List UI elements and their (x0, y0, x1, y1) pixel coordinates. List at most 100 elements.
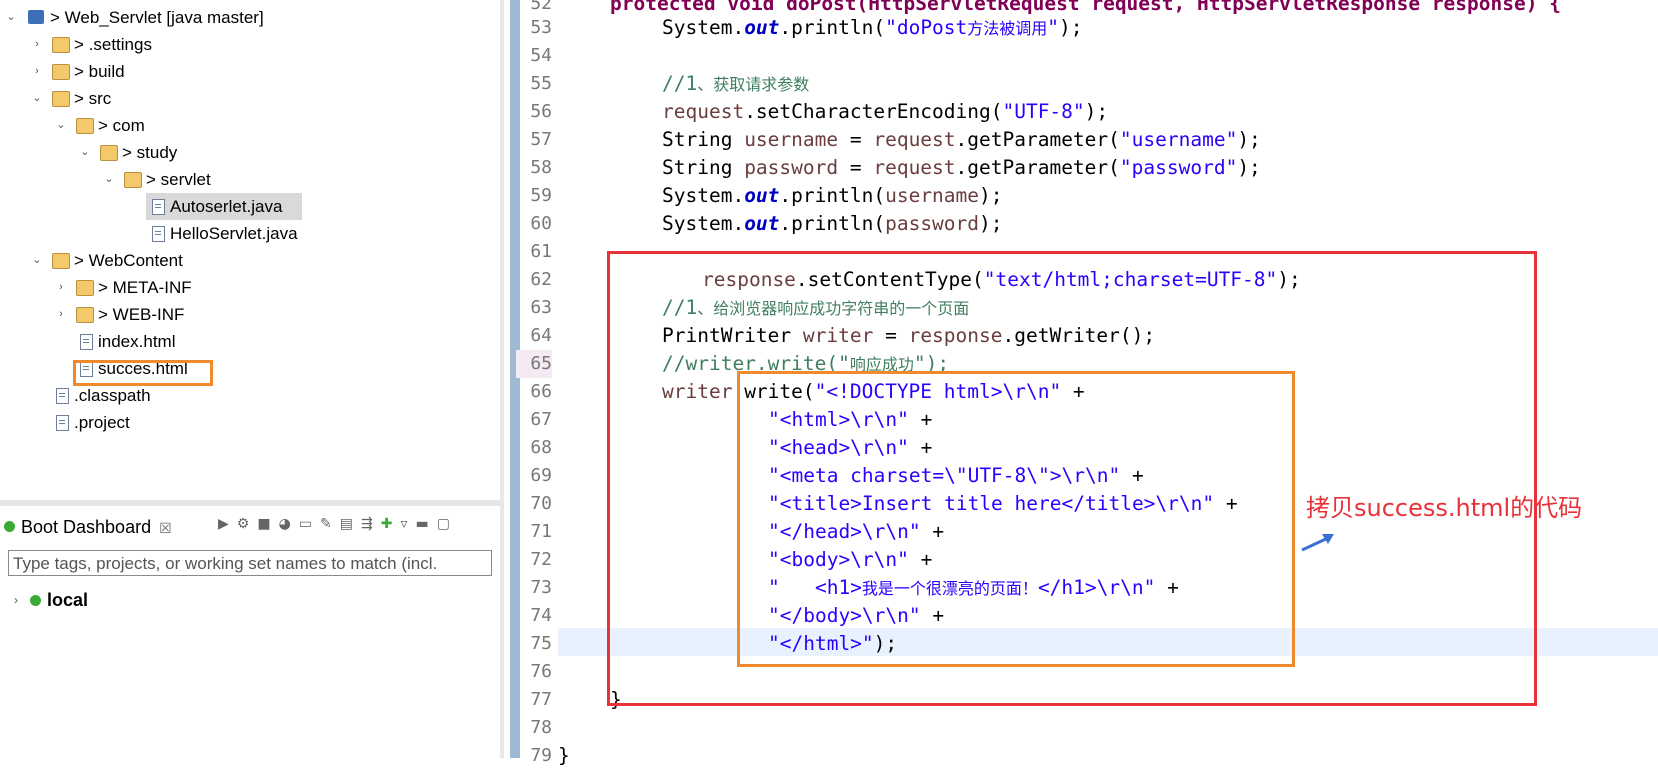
code-line-60: System.out.println(password); (662, 212, 1003, 235)
line-number: 71 (530, 521, 552, 542)
line-number: 63 (530, 297, 552, 318)
tree-item-label: > META-INF (98, 278, 192, 297)
folder-icon (76, 280, 94, 296)
html-file-icon (80, 334, 93, 350)
chevron-right-icon[interactable]: › (54, 301, 68, 328)
orange-highlight-box (737, 371, 1295, 667)
tree-item-local[interactable]: › local (14, 586, 88, 614)
line-number: 62 (530, 269, 552, 290)
chevron-down-icon[interactable]: ⌄ (30, 247, 44, 274)
chevron-right-icon[interactable]: › (54, 274, 68, 301)
project-icon (28, 10, 44, 24)
boot-dashboard-icon (4, 521, 15, 532)
tree-item-label: > WEB-INF (98, 305, 185, 324)
panel-divider[interactable] (500, 0, 504, 758)
line-number: 60 (530, 213, 552, 234)
java-file-icon (152, 199, 165, 215)
chevron-down-icon[interactable]: ⌄ (102, 166, 116, 193)
folder-icon (52, 37, 70, 53)
project-explorer: ⌄ > Web_Servlet [java master] › > .setti… (0, 0, 500, 500)
folder-icon (76, 118, 94, 134)
expose-icon[interactable]: ⇶ (361, 516, 381, 532)
folder-icon (52, 64, 70, 80)
line-number: 78 (530, 717, 552, 738)
line-number: 58 (530, 157, 552, 178)
arrow-icon (1301, 534, 1334, 552)
filter-input[interactable]: Type tags, projects, or working set name… (8, 550, 492, 576)
folder-icon (76, 307, 94, 323)
tree-item-autoserlet[interactable]: Autoserlet.java (146, 193, 302, 220)
close-icon[interactable]: ☒ (159, 520, 172, 536)
line-number: 64 (530, 325, 552, 346)
chevron-right-icon[interactable]: › (14, 586, 18, 614)
chevron-right-icon[interactable]: › (30, 31, 44, 58)
tree-item-label: > .settings (74, 35, 152, 54)
properties-icon[interactable]: ▤ (340, 516, 361, 532)
open-browser-icon[interactable]: ◕ (279, 516, 299, 532)
chevron-right-icon[interactable]: › (30, 58, 44, 85)
line-number-gutter: 52 53 54 55 56 57 58 59 60 61 62 63 64 6… (516, 0, 558, 766)
java-file-icon (152, 226, 165, 242)
code-line-79: } (558, 744, 570, 767)
code-line-59: System.out.println(username); (662, 184, 1003, 207)
line-number: 69 (530, 465, 552, 486)
line-number: 77 (530, 689, 552, 710)
console-icon[interactable]: ▭ (299, 516, 320, 532)
debug-icon[interactable]: ⚙ (237, 516, 258, 532)
tree-item-label: > WebContent (74, 251, 183, 270)
tree-item-label: > Web_Servlet [java master] (50, 8, 264, 27)
chevron-down-icon[interactable]: ⌄ (4, 4, 18, 31)
tree-item-label: > com (98, 116, 145, 135)
line-number: 57 (530, 129, 552, 150)
line-number: 70 (530, 493, 552, 514)
line-number: 75 (530, 633, 552, 654)
line-number: 68 (530, 437, 552, 458)
tree-item-label: Autoserlet.java (170, 197, 283, 216)
boot-dashboard-panel: Boot Dashboard ☒ ▶⚙■◕▭✎▤⇶✚▿▬▢ Type tags, … (0, 500, 500, 764)
line-number: 53 (530, 17, 552, 38)
edit-icon[interactable]: ✎ (320, 516, 340, 532)
tree-item-label: .classpath (74, 386, 151, 405)
tab-label: Boot Dashboard (21, 517, 152, 537)
tree-item-label: > study (122, 143, 178, 162)
annotation-text: 拷贝success.html的代码 (1306, 494, 1583, 522)
line-number: 72 (530, 549, 552, 570)
folder-icon (124, 172, 142, 188)
local-label: local (47, 590, 89, 610)
succes-html-highlight-box (73, 360, 213, 386)
line-number: 61 (530, 241, 552, 262)
add-icon[interactable]: ✚ (381, 516, 401, 532)
line-number: 66 (530, 381, 552, 402)
chevron-down-icon[interactable]: ⌄ (30, 85, 44, 112)
line-number: 74 (530, 605, 552, 626)
folder-icon (52, 91, 70, 107)
code-line-58: String password = request.getParameter("… (662, 156, 1261, 179)
line-number: 79 (530, 745, 552, 766)
menu-icon[interactable]: ▿ (400, 516, 415, 532)
stop-icon[interactable]: ■ (257, 516, 278, 532)
line-number: 54 (530, 45, 552, 66)
tree-item-label: > src (74, 89, 112, 108)
chevron-down-icon[interactable]: ⌄ (78, 139, 92, 166)
code-line-56: request.setCharacterEncoding("UTF-8"); (662, 100, 1109, 123)
line-number: 56 (530, 101, 552, 122)
line-number: 76 (530, 661, 552, 682)
boot-toolbar: ▶⚙■◕▭✎▤⇶✚▿▬▢ (218, 516, 458, 536)
tab-boot-dashboard[interactable]: Boot Dashboard ☒ (4, 512, 172, 542)
file-icon (56, 388, 69, 404)
line-number: 65 (516, 350, 552, 378)
folder-icon (100, 145, 118, 161)
file-icon (56, 415, 69, 431)
code-line-57: String username = request.getParameter("… (662, 128, 1261, 151)
tree-item-label: index.html (98, 332, 176, 351)
chevron-down-icon[interactable]: ⌄ (54, 112, 68, 139)
start-icon[interactable]: ▶ (218, 516, 237, 532)
maximize-icon[interactable]: ▢ (437, 516, 458, 532)
code-line-55: //1、获取请求参数 (662, 72, 810, 95)
line-number: 67 (530, 409, 552, 430)
line-number: 59 (530, 185, 552, 206)
line-number: 73 (530, 577, 552, 598)
code-line-53: System.out.println("doPost方法被调用"); (662, 16, 1083, 39)
tree-item-label: HelloServlet.java (170, 224, 298, 243)
minimize-icon[interactable]: ▬ (416, 516, 437, 532)
